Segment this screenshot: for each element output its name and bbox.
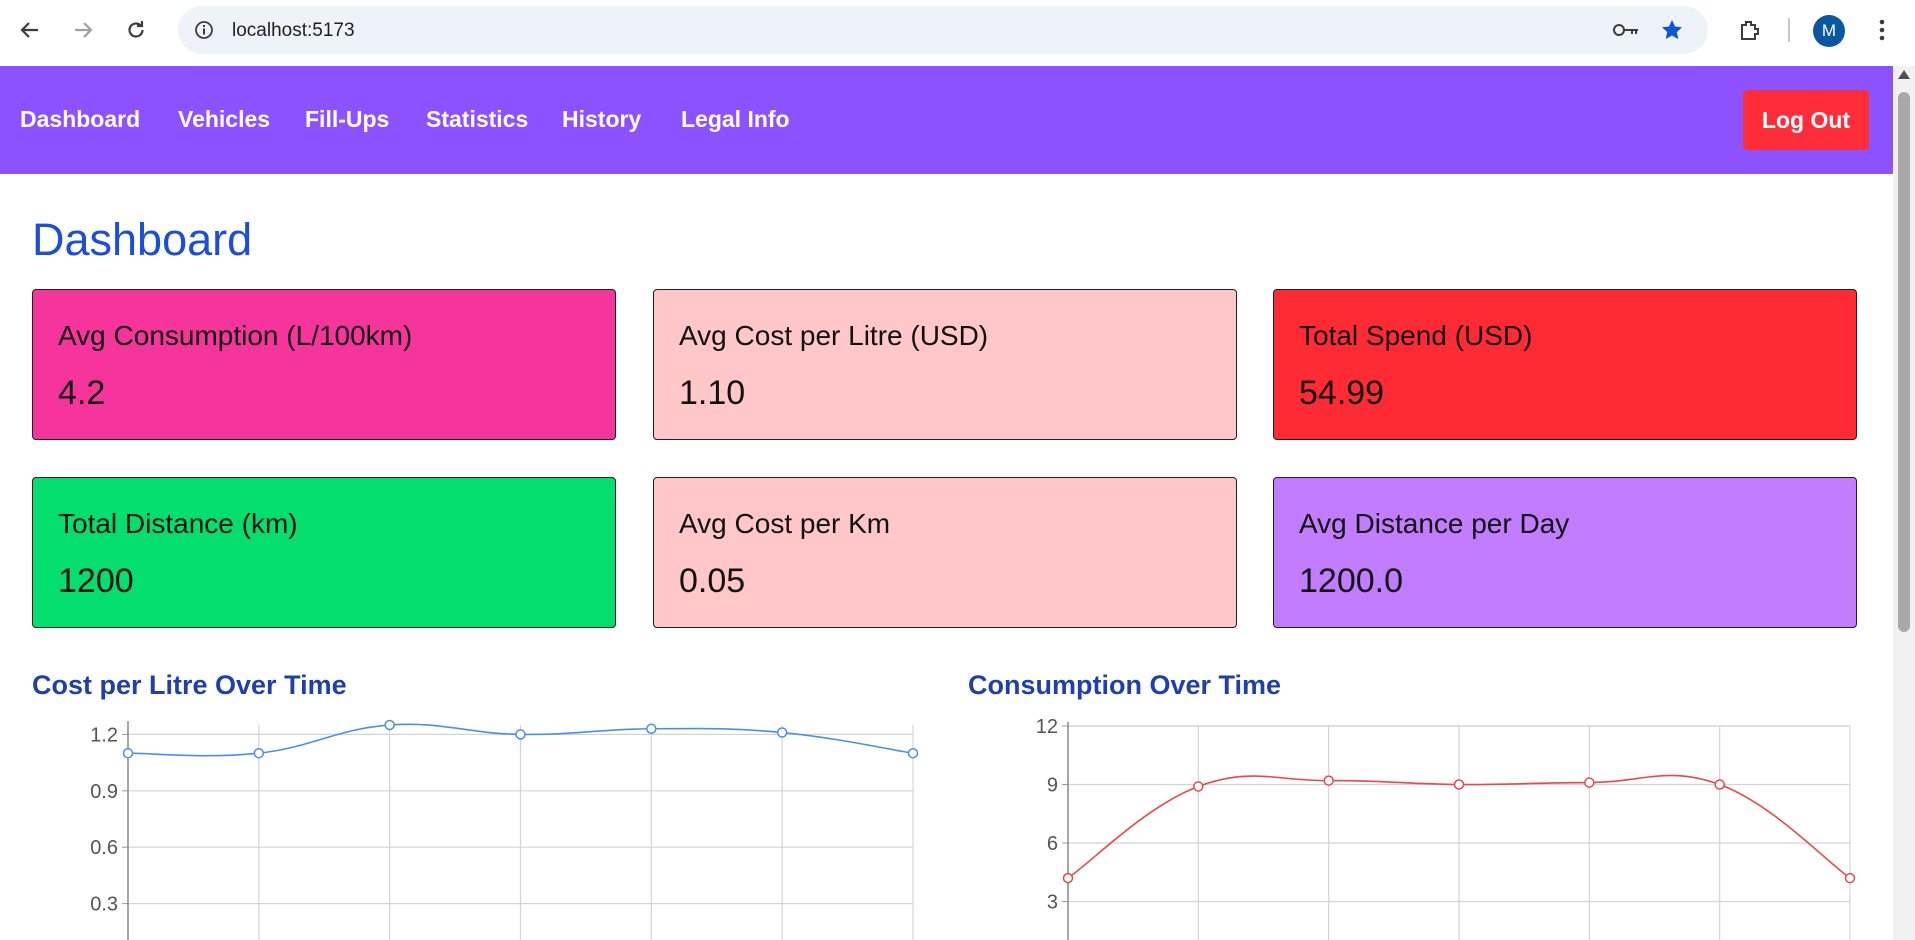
data-point bbox=[776, 727, 788, 738]
stat-card-avg-cost-per-litre: Avg Cost per Litre (USD) 1.10 bbox=[653, 289, 1237, 440]
stat-card-avg-consumption: Avg Consumption (L/100km) 4.2 bbox=[32, 289, 616, 440]
url-text[interactable]: localhost:5173 bbox=[232, 20, 355, 42]
nav-fill-ups[interactable]: Fill-Ups bbox=[305, 106, 389, 133]
chart-title-consumption: Consumption Over Time bbox=[968, 670, 1282, 700]
address-bar[interactable]: localhost:5173 bbox=[178, 6, 1708, 54]
chart-title-cost-per-litre: Cost per Litre Over Time bbox=[32, 670, 347, 700]
y-tick-label: 0.3 bbox=[90, 894, 118, 916]
data-point bbox=[1584, 777, 1595, 788]
toolbar-divider bbox=[1788, 18, 1790, 42]
forward-icon[interactable] bbox=[65, 12, 101, 48]
stat-card-total-spend: Total Spend (USD) 54.99 bbox=[1273, 289, 1857, 440]
nav-vehicles[interactable]: Vehicles bbox=[178, 106, 270, 133]
data-point bbox=[122, 747, 134, 759]
data-point bbox=[1193, 781, 1204, 792]
stat-card-label: Avg Distance per Day bbox=[1299, 508, 1570, 539]
stat-card-label: Avg Cost per Km bbox=[679, 508, 891, 539]
password-key-icon[interactable] bbox=[1612, 18, 1640, 42]
reload-icon[interactable] bbox=[118, 12, 154, 48]
data-point bbox=[1714, 779, 1725, 790]
stat-card-value: 0.05 bbox=[679, 562, 746, 600]
stat-card-total-distance: Total Distance (km) 1200 bbox=[32, 477, 616, 628]
app-navbar: Dashboard Vehicles Fill-Ups Statistics H… bbox=[0, 66, 1893, 174]
data-point bbox=[1062, 872, 1074, 884]
stat-card-label: Total Spend (USD) bbox=[1299, 320, 1533, 351]
data-point bbox=[646, 723, 657, 735]
site-info-icon[interactable] bbox=[192, 18, 216, 42]
scroll-up-arrow-icon[interactable] bbox=[1898, 70, 1910, 79]
browser-toolbar: localhost:5173 M bbox=[0, 0, 1915, 66]
stat-card-value: 54.99 bbox=[1299, 374, 1385, 412]
stat-card-value: 1200 bbox=[58, 562, 134, 600]
stat-card-value: 4.2 bbox=[58, 374, 106, 412]
nav-legal-info[interactable]: Legal Info bbox=[681, 106, 790, 133]
data-point bbox=[384, 719, 395, 731]
y-tick-label: 3 bbox=[1047, 892, 1058, 914]
profile-avatar[interactable]: M bbox=[1813, 15, 1845, 47]
data-point bbox=[1844, 872, 1856, 884]
stat-card-value: 1.10 bbox=[679, 374, 746, 412]
stat-card-avg-distance-per-day: Avg Distance per Day 1200.0 bbox=[1273, 477, 1857, 628]
data-point bbox=[907, 747, 919, 759]
y-tick-label: 0.6 bbox=[90, 837, 118, 859]
more-menu-icon[interactable] bbox=[1868, 12, 1896, 48]
bookmark-star-icon[interactable] bbox=[1658, 16, 1686, 44]
cost-per-litre-chart: 1.2 0.9 0.6 0.3 bbox=[90, 719, 919, 940]
data-point bbox=[1323, 775, 1334, 786]
data-point bbox=[515, 729, 526, 740]
data-point bbox=[253, 747, 265, 759]
nav-statistics[interactable]: Statistics bbox=[426, 106, 528, 133]
y-tick-label: 12 bbox=[1036, 716, 1058, 738]
extensions-icon[interactable] bbox=[1732, 12, 1768, 48]
consumption-chart: 12 9 6 3 bbox=[1036, 716, 1856, 940]
y-tick-label: 9 bbox=[1047, 775, 1058, 797]
y-tick-label: 6 bbox=[1047, 833, 1058, 855]
logout-button[interactable]: Log Out bbox=[1743, 90, 1869, 150]
back-icon[interactable] bbox=[12, 12, 48, 48]
y-tick-label: 1.2 bbox=[90, 724, 118, 746]
page-title: Dashboard bbox=[32, 214, 253, 265]
stat-card-label: Total Distance (km) bbox=[58, 508, 298, 539]
data-point bbox=[1453, 779, 1465, 790]
y-tick-label: 0.9 bbox=[90, 781, 118, 803]
stat-card-value: 1200.0 bbox=[1299, 562, 1403, 600]
stat-card-label: Avg Cost per Litre (USD) bbox=[679, 320, 989, 351]
page-scrollbar[interactable] bbox=[1893, 66, 1915, 940]
stat-card-label: Avg Consumption (L/100km) bbox=[58, 320, 413, 351]
nav-dashboard[interactable]: Dashboard bbox=[20, 106, 140, 133]
nav-history[interactable]: History bbox=[562, 106, 641, 133]
stat-card-avg-cost-per-km: Avg Cost per Km 0.05 bbox=[653, 477, 1237, 628]
scrollbar-thumb[interactable] bbox=[1898, 92, 1910, 632]
